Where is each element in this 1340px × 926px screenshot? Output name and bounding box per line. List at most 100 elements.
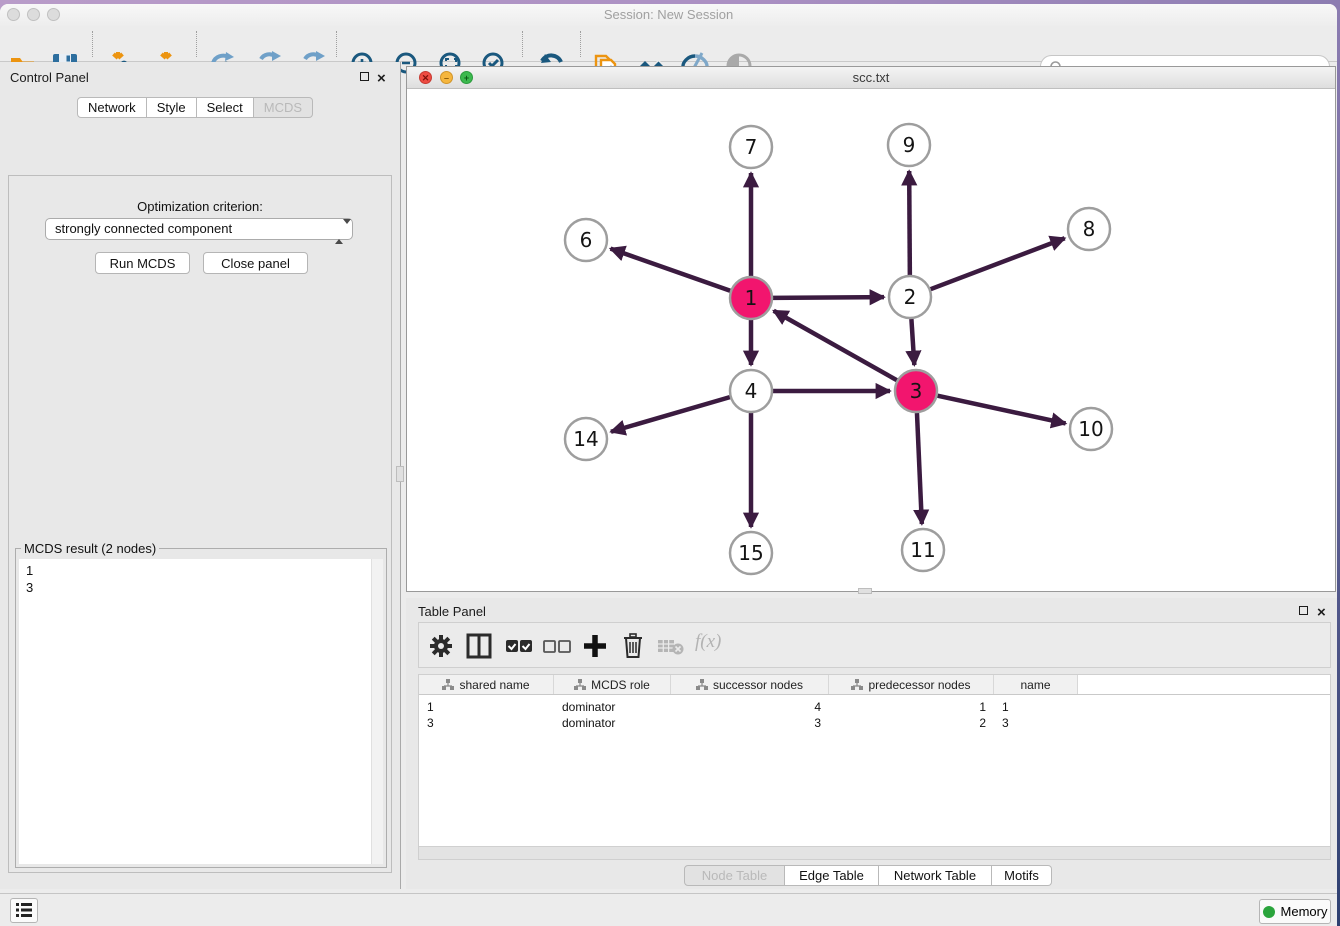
table-panel-float-icon[interactable] [1299,606,1308,615]
cell-successor-nodes: 3 [671,716,829,730]
mcds-result-title: MCDS result (2 nodes) [21,541,159,556]
create-column-icon[interactable] [581,632,609,665]
task-list-icon [15,902,33,918]
close-panel-button[interactable]: Close panel [203,252,308,274]
tab-network[interactable]: Network [77,97,147,118]
delete-table-icon[interactable] [657,636,687,661]
panel-splitter-handle[interactable] [396,466,404,482]
memory-status-dot [1263,906,1275,918]
graph-edge-2-8[interactable] [931,238,1065,289]
optimization-criterion-label: Optimization criterion: [9,199,391,214]
mcds-tab-content: Optimization criterion: strongly connect… [8,175,392,873]
node-table: shared name MCDS role successor nodes pr… [418,674,1331,860]
hierarchy-icon [696,679,708,690]
column-label: MCDS role [591,678,650,692]
hierarchy-icon [851,679,863,690]
graph-edge-4-14[interactable] [611,397,730,432]
criterion-dropdown[interactable]: strongly connected component [45,218,353,240]
window-titlebar: Session: New Session [0,4,1337,26]
criterion-value: strongly connected component [55,221,232,236]
graph-edge-3-10[interactable] [937,396,1065,424]
tab-node-table[interactable]: Node Table [684,865,785,886]
cell-mcds-role: dominator [554,700,671,714]
result-scrollbar[interactable] [371,559,383,864]
table-horizontal-scrollbar[interactable] [419,846,1330,859]
column-header-successor-nodes[interactable]: successor nodes [671,675,829,694]
cell-shared-name: 1 [419,700,554,714]
network-window-title: scc.txt [407,70,1335,85]
table-toolbar: f(x) [418,622,1331,668]
main-toolbar [0,26,1337,62]
table-row[interactable]: 3 dominator 3 2 3 [419,715,1330,731]
cell-mcds-role: dominator [554,716,671,730]
table-row[interactable]: 1 dominator 4 1 1 [419,699,1330,715]
graph-node-label: 11 [910,538,935,562]
cell-predecessor-nodes: 2 [829,716,994,730]
toolbar-separator [522,31,523,57]
graph-node-label: 9 [903,133,916,157]
table-panel-close-icon[interactable]: × [1317,608,1326,618]
hierarchy-icon [442,679,454,690]
result-line: 3 [26,579,383,596]
graph-node-label: 1 [745,286,758,310]
horizontal-splitter-handle[interactable] [858,588,872,594]
toolbar-separator [92,31,93,57]
network-graph: 7968124314101511 [407,89,1335,591]
cell-predecessor-nodes: 1 [829,700,994,714]
unselect-all-columns-icon[interactable] [543,636,571,661]
tab-motifs[interactable]: Motifs [992,865,1052,886]
cell-name: 3 [994,716,1078,730]
graph-node-label: 14 [573,427,598,451]
tab-edge-table[interactable]: Edge Table [785,865,879,886]
function-builder-icon[interactable]: f(x) [695,631,721,653]
graph-node-label: 3 [910,379,923,403]
delete-columns-icon[interactable] [619,632,647,665]
table-panel: Table Panel × f(x) [406,598,1337,889]
hierarchy-icon [574,679,586,690]
column-settings-gear-icon[interactable] [427,632,455,665]
toolbar-separator [580,31,581,57]
select-all-columns-icon[interactable] [505,636,533,661]
control-panel-float-icon[interactable] [360,72,369,81]
tab-network-table[interactable]: Network Table [879,865,992,886]
window-title: Session: New Session [0,7,1337,22]
tab-mcds[interactable]: MCDS [254,97,313,118]
graph-edge-2-9[interactable] [909,171,910,275]
mcds-result-group: MCDS result (2 nodes) 1 3 [15,548,387,868]
column-header-predecessor-nodes[interactable]: predecessor nodes [829,675,994,694]
column-label: successor nodes [713,678,803,692]
graph-edge-2-3[interactable] [911,319,914,365]
result-line: 1 [26,562,383,579]
run-mcds-button[interactable]: Run MCDS [95,252,190,274]
status-bar: Memory [0,893,1337,926]
memory-label: Memory [1281,904,1328,919]
column-header-shared-name[interactable]: shared name [419,675,554,694]
column-header-name[interactable]: name [994,675,1078,694]
graph-edge-1-6[interactable] [611,249,731,291]
task-history-button[interactable] [10,898,38,923]
control-panel-close-icon[interactable]: × [377,74,386,84]
show-column-panel-icon[interactable] [465,632,493,665]
graph-edge-3-1[interactable] [774,311,897,380]
network-window-titlebar: ✕ – + scc.txt [407,67,1335,89]
tab-style[interactable]: Style [147,97,197,118]
mcds-result-list[interactable]: 1 3 [19,559,383,864]
graph-edge-1-2[interactable] [773,297,884,298]
desktop: Session: New Session [0,0,1340,926]
network-canvas[interactable]: 7968124314101511 [407,89,1335,591]
control-panel-tabs: Network Style Select MCDS [77,97,313,118]
graph-node-label: 10 [1078,417,1103,441]
graph-node-label: 4 [745,379,758,403]
column-label: shared name [459,678,529,692]
network-view-window: ✕ – + scc.txt 7968124314101511 [406,66,1336,592]
tab-select[interactable]: Select [197,97,254,118]
graph-node-label: 6 [580,228,593,252]
graph-node-label: 15 [738,541,763,565]
toolbar-separator [196,31,197,57]
dropdown-stepper-icon [335,222,344,242]
column-header-mcds-role[interactable]: MCDS role [554,675,671,694]
graph-edge-3-11[interactable] [917,413,922,524]
table-panel-title: Table Panel [418,604,486,619]
memory-button[interactable]: Memory [1259,899,1331,924]
control-panel-title: Control Panel [10,70,89,85]
